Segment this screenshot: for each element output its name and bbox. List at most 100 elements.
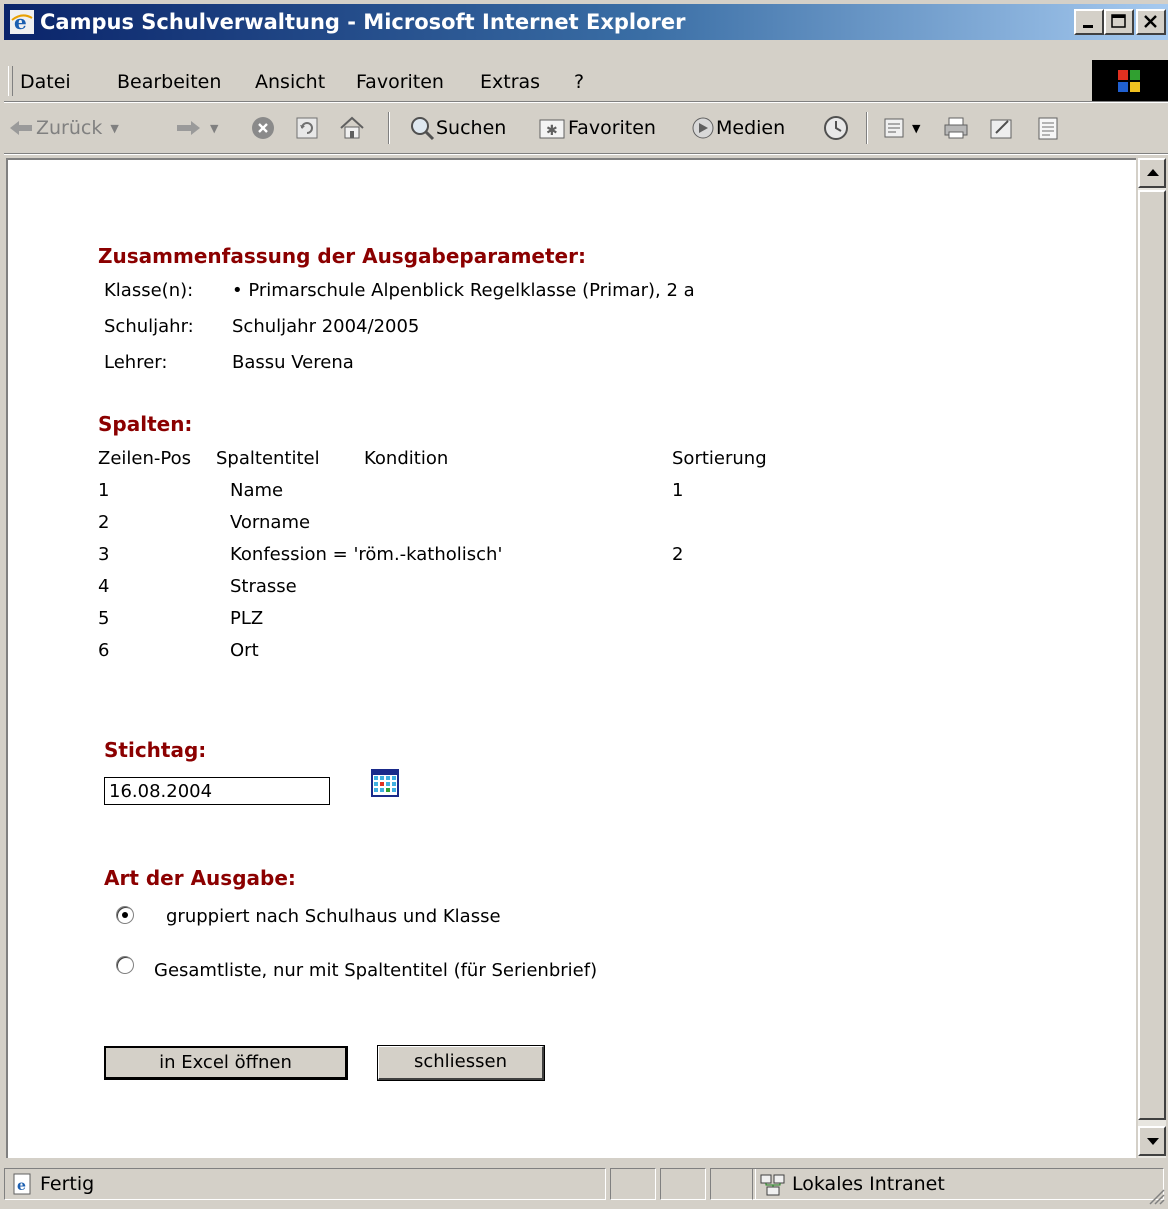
edit-icon <box>990 119 1012 139</box>
col-header-title: Spaltentitel <box>216 448 320 469</box>
history-icon <box>824 116 848 140</box>
toolbar-separator <box>388 112 390 144</box>
row-pos: 5 <box>98 608 110 629</box>
page-done-icon: e <box>13 1173 31 1195</box>
status-panel-main <box>4 1168 606 1200</box>
radio-grouped-label: gruppiert nach Schulhaus und Klasse <box>166 906 501 927</box>
scroll-down-icon <box>1147 1138 1159 1145</box>
row-sort: 2 <box>672 544 684 565</box>
status-panel-3 <box>660 1168 706 1200</box>
close-button[interactable]: schliessen <box>377 1045 545 1081</box>
back-dropdown-icon[interactable]: ▼ <box>110 122 118 135</box>
row-pos: 3 <box>98 544 110 565</box>
row-title: Name <box>230 480 284 501</box>
svg-text:e: e <box>14 10 27 34</box>
status-panel-4 <box>710 1168 756 1200</box>
window-title: Campus Schulverwaltung - Microsoft Inter… <box>40 10 686 34</box>
col-header-pos: Zeilen-Pos <box>98 448 191 469</box>
radio-grouped[interactable] <box>116 906 134 924</box>
radio-full-list-label: Gesamtliste, nur mit Spaltentitel (für S… <box>154 960 598 981</box>
home-icon <box>340 116 364 139</box>
mail-icon <box>884 118 904 138</box>
search-button[interactable]: Suchen <box>408 112 506 144</box>
scroll-up-button[interactable] <box>1138 158 1166 188</box>
page-content: Zusammenfassung der Ausgabeparameter: Kl… <box>6 158 1136 1158</box>
forward-dropdown-icon[interactable]: ▼ <box>210 122 218 135</box>
browser-window: e Campus Schulverwaltung - Microsoft Int… <box>0 0 1168 1209</box>
open-excel-button[interactable]: in Excel öffnen <box>104 1046 348 1080</box>
columns-heading: Spalten: <box>98 412 193 436</box>
scroll-down-button[interactable] <box>1138 1126 1166 1156</box>
output-heading: Art der Ausgabe: <box>104 866 296 890</box>
stop-icon <box>252 117 274 139</box>
maximize-button[interactable] <box>1104 9 1134 35</box>
history-button[interactable] <box>822 112 850 144</box>
stop-button[interactable] <box>250 112 276 144</box>
menu-bearbeiten[interactable]: Bearbeiten <box>117 71 221 93</box>
menu-ansicht[interactable]: Ansicht <box>255 71 325 93</box>
mail-button[interactable]: ▼ <box>882 112 920 144</box>
resize-grip-icon[interactable] <box>1146 1186 1166 1206</box>
close-icon <box>1144 15 1157 28</box>
scroll-thumb[interactable] <box>1138 190 1166 1120</box>
maximize-icon <box>1111 14 1126 28</box>
ie-logo-icon: e <box>10 10 34 34</box>
search-label: Suchen <box>436 117 507 139</box>
row-title: Konfession = 'röm.-katholisch' <box>230 544 503 565</box>
status-text: Fertig <box>40 1173 95 1195</box>
back-arrow-icon <box>10 121 32 135</box>
year-label: Schuljahr: <box>104 316 194 337</box>
menu-datei[interactable]: Datei <box>20 71 71 93</box>
class-value: • Primarschule Alpenblick Regelklasse (P… <box>232 280 695 301</box>
row-pos: 6 <box>98 640 110 661</box>
menu-extras[interactable]: Extras <box>480 71 540 93</box>
favorites-label: Favoriten <box>568 117 656 139</box>
teacher-label: Lehrer: <box>104 352 168 373</box>
row-pos: 2 <box>98 512 110 533</box>
refresh-button[interactable] <box>294 112 320 144</box>
status-bar: e Fertig Lokales Intranet <box>0 1160 1168 1209</box>
calendar-icon[interactable] <box>370 768 400 798</box>
vertical-scrollbar[interactable] <box>1138 158 1166 1158</box>
row-title: PLZ <box>230 608 264 629</box>
radio-full-list[interactable] <box>116 956 134 974</box>
print-icon <box>944 117 968 139</box>
toolbar-separator-2 <box>866 112 868 144</box>
favorites-button[interactable]: ✱ Favoriten <box>538 112 656 144</box>
col-header-sort: Sortierung <box>672 448 767 469</box>
media-button[interactable]: Medien <box>690 112 785 144</box>
row-pos: 4 <box>98 576 110 597</box>
svg-text:e: e <box>17 1178 26 1194</box>
forward-button[interactable]: ▼ <box>174 112 218 144</box>
home-button[interactable] <box>338 112 366 144</box>
mail-dropdown-icon[interactable]: ▼ <box>912 122 920 135</box>
row-title: Vorname <box>230 512 311 533</box>
class-label: Klasse(n): <box>104 280 194 301</box>
row-sort: 1 <box>672 480 684 501</box>
toolbar-separator-bottom <box>4 153 1168 155</box>
intranet-zone-icon <box>760 1174 785 1196</box>
media-icon <box>692 117 714 139</box>
stichtag-date-input[interactable] <box>104 777 330 805</box>
print-button[interactable] <box>942 112 970 144</box>
menu-separator <box>4 101 1168 103</box>
row-title: Ort <box>230 640 259 661</box>
zone-label: Lokales Intranet <box>792 1173 945 1195</box>
discuss-button[interactable] <box>1034 112 1062 144</box>
minimize-button[interactable] <box>1074 9 1104 35</box>
close-window-button[interactable] <box>1136 9 1166 35</box>
menu-help[interactable]: ? <box>574 71 584 93</box>
title-bar: e Campus Schulverwaltung - Microsoft Int… <box>4 4 1168 40</box>
menu-favoriten[interactable]: Favoriten <box>356 71 444 93</box>
discuss-icon <box>1038 117 1058 140</box>
forward-arrow-icon <box>177 121 200 135</box>
search-icon <box>411 117 435 141</box>
summary-heading: Zusammenfassung der Ausgabeparameter: <box>98 244 586 268</box>
toolbar: Zurück ▼ ▼ Suchen ✱ Favoriten Medien ▼ <box>4 104 1168 152</box>
col-header-condition: Kondition <box>364 448 449 469</box>
windows-flag-icon <box>1118 70 1140 92</box>
back-button[interactable]: Zurück ▼ <box>8 112 119 144</box>
year-value: Schuljahr 2004/2005 <box>232 316 420 337</box>
edit-button[interactable] <box>988 112 1016 144</box>
row-pos: 1 <box>98 480 110 501</box>
